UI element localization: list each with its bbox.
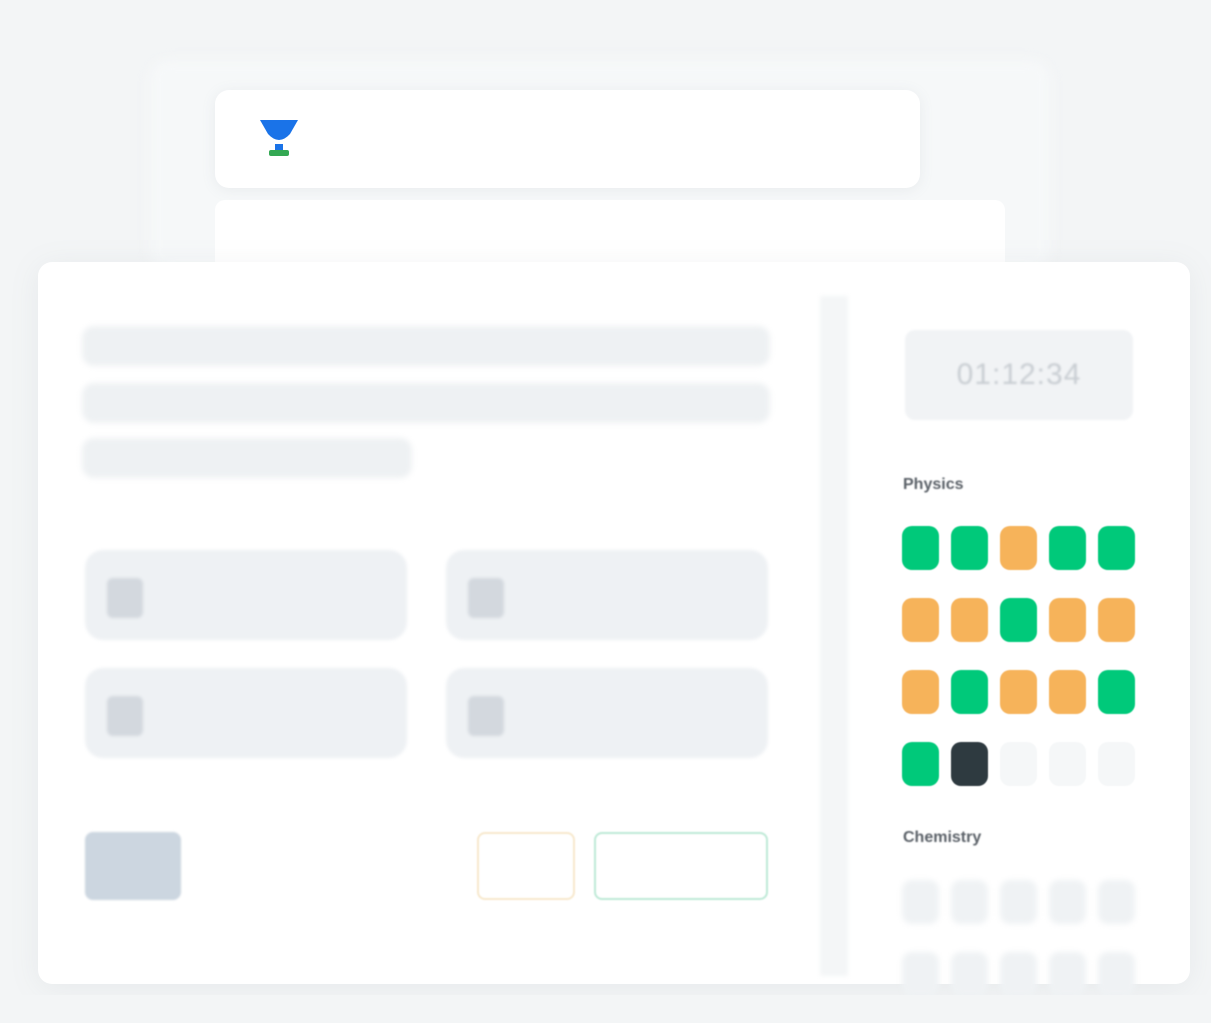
header-subbar (215, 200, 1005, 270)
question-cell-physics-1[interactable] (902, 526, 939, 570)
question-cell-physics-5[interactable] (1098, 526, 1135, 570)
question-cell-physics-10[interactable] (1098, 598, 1135, 642)
option-d[interactable] (446, 668, 768, 758)
question-cell-physics-6[interactable] (902, 598, 939, 642)
mark-for-review-button[interactable] (477, 832, 575, 900)
trophy-icon (260, 120, 298, 156)
save-and-next-button[interactable] (594, 832, 768, 900)
question-cell-physics-16[interactable] (902, 742, 939, 786)
question-cell-chemistry-3[interactable] (1000, 880, 1037, 924)
option-marker (468, 696, 504, 736)
question-palette-chemistry (902, 880, 1142, 996)
question-cell-chemistry-10[interactable] (1098, 952, 1135, 996)
section-label-physics: Physics (903, 476, 964, 493)
question-cell-chemistry-8[interactable] (1000, 952, 1037, 996)
question-cell-physics-8[interactable] (1000, 598, 1037, 642)
question-cell-physics-9[interactable] (1049, 598, 1086, 642)
question-cell-chemistry-9[interactable] (1049, 952, 1086, 996)
option-marker (107, 578, 143, 618)
question-cell-chemistry-7[interactable] (951, 952, 988, 996)
countdown-timer: 01:12:34 (905, 330, 1133, 420)
question-cell-physics-13[interactable] (1000, 670, 1037, 714)
question-cell-physics-11[interactable] (902, 670, 939, 714)
question-cell-physics-14[interactable] (1049, 670, 1086, 714)
question-cell-physics-7[interactable] (951, 598, 988, 642)
question-cell-physics-17[interactable] (951, 742, 988, 786)
question-cell-physics-19[interactable] (1049, 742, 1086, 786)
header-bar (215, 90, 920, 188)
option-a[interactable] (85, 550, 407, 640)
question-cell-chemistry-4[interactable] (1049, 880, 1086, 924)
option-marker (107, 696, 143, 736)
question-palette-physics (902, 526, 1142, 786)
question-cell-physics-2[interactable] (951, 526, 988, 570)
previous-button[interactable] (85, 832, 181, 900)
question-cell-chemistry-5[interactable] (1098, 880, 1135, 924)
question-cell-physics-12[interactable] (951, 670, 988, 714)
option-b[interactable] (446, 550, 768, 640)
page-bottom-edge (0, 995, 1211, 1023)
question-cell-chemistry-1[interactable] (902, 880, 939, 924)
option-marker (468, 578, 504, 618)
question-cell-physics-15[interactable] (1098, 670, 1135, 714)
question-cell-chemistry-6[interactable] (902, 952, 939, 996)
option-c[interactable] (85, 668, 407, 758)
question-cell-chemistry-2[interactable] (951, 880, 988, 924)
panel-divider (820, 296, 848, 976)
question-cell-physics-20[interactable] (1098, 742, 1135, 786)
question-cell-physics-4[interactable] (1049, 526, 1086, 570)
question-cell-physics-3[interactable] (1000, 526, 1037, 570)
section-label-chemistry: Chemistry (903, 829, 982, 846)
question-cell-physics-18[interactable] (1000, 742, 1037, 786)
